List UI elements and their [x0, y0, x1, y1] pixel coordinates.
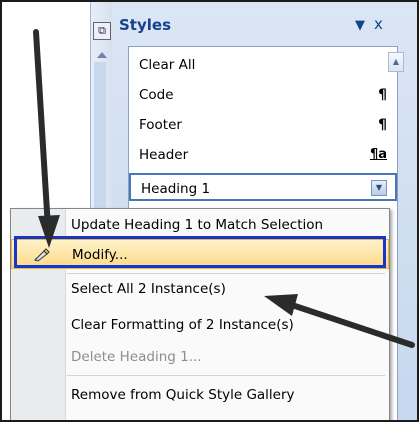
- style-item-dropdown-icon[interactable]: ▼: [371, 180, 387, 196]
- menu-item-label: Delete Heading 1...: [71, 349, 202, 365]
- linked-style-icon: ¶a: [369, 147, 387, 162]
- style-item-header[interactable]: Header ¶a: [129, 141, 397, 169]
- menu-item-select-all-instances[interactable]: Select All 2 Instance(s): [11, 274, 389, 304]
- style-item-code[interactable]: Code ¶: [129, 81, 397, 109]
- style-item-label: Clear All: [139, 57, 196, 73]
- style-item-label: Heading 1: [141, 181, 211, 197]
- style-item-label: Footer: [139, 117, 182, 133]
- screenshot-frame: ⧉ Styles ▼ x Clear All Code ¶ Footer ¶ H…: [0, 0, 419, 422]
- styles-scroll-up-button[interactable]: ▲: [388, 52, 404, 72]
- paragraph-style-icon: ¶: [378, 87, 387, 103]
- style-item-footer[interactable]: Footer ¶: [129, 111, 397, 139]
- menu-item-label: Select All 2 Instance(s): [71, 281, 226, 297]
- style-item-label: Header: [139, 147, 189, 163]
- scroll-up-icon[interactable]: [97, 52, 107, 58]
- menu-item-label: Clear Formatting of 2 Instance(s): [71, 317, 294, 333]
- style-item-heading-1[interactable]: Heading 1 ▼: [129, 173, 397, 201]
- pane-options-dropdown-icon[interactable]: ▼: [355, 18, 365, 33]
- menu-item-remove-from-gallery[interactable]: Remove from Quick Style Gallery: [11, 380, 389, 410]
- styles-pane-title: Styles: [119, 16, 171, 34]
- menu-item-label: Remove from Quick Style Gallery: [71, 387, 295, 403]
- ruler-toggle-icon[interactable]: ⧉: [93, 22, 111, 40]
- menu-item-delete-style: Delete Heading 1...: [11, 342, 389, 372]
- menu-item-label: Update Heading 1 to Match Selection: [71, 217, 324, 233]
- pane-close-icon[interactable]: x: [374, 15, 383, 33]
- modify-highlight-box: [14, 236, 386, 268]
- paragraph-style-icon: ¶: [378, 117, 387, 133]
- menu-separator: [67, 375, 385, 376]
- style-item-label: Code: [139, 87, 174, 103]
- style-item-clear-all[interactable]: Clear All: [129, 51, 397, 79]
- menu-item-clear-formatting[interactable]: Clear Formatting of 2 Instance(s): [11, 310, 389, 340]
